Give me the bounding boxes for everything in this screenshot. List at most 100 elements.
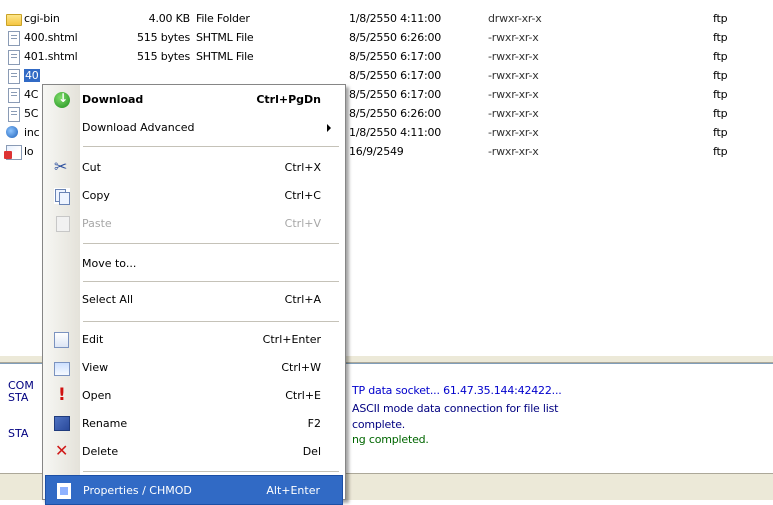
- menu-item-download[interactable]: Download Ctrl+PgDn: [45, 85, 343, 115]
- menu-item-view[interactable]: View Ctrl+W: [45, 353, 343, 383]
- file-name: 5C: [24, 107, 39, 120]
- file-date: 1/8/2550 4:11:00: [349, 12, 442, 25]
- file-permissions: -rwxr-xr-x: [488, 69, 539, 82]
- menu-item-label: Cut: [82, 161, 101, 174]
- file-owner: ftp: [713, 69, 728, 82]
- file-name: cgi-bin: [24, 12, 60, 25]
- file-icon: [8, 107, 20, 122]
- submenu-arrow-icon: [327, 124, 331, 132]
- menu-item-label: Select All: [82, 293, 134, 306]
- file-row[interactable]: 400.shtml 515 bytes SHTML File 8/5/2550 …: [0, 29, 773, 47]
- menu-item-label: Open: [82, 389, 112, 402]
- menu-item-select-all[interactable]: Select All Ctrl+A: [45, 285, 343, 315]
- menu-item-shortcut: F2: [307, 417, 321, 430]
- file-date: 1/8/2550 4:11:00: [349, 126, 442, 139]
- menu-item-label: Download: [82, 93, 144, 106]
- menu-item-shortcut: Alt+Enter: [266, 484, 320, 497]
- menu-item-edit[interactable]: Edit Ctrl+Enter: [45, 325, 343, 355]
- file-size: 4.00 KB: [148, 12, 191, 25]
- file-owner: ftp: [713, 31, 728, 44]
- html-file-icon: [6, 126, 18, 138]
- menu-item-label: Rename: [82, 417, 128, 430]
- file-date: 16/9/2549: [349, 145, 404, 158]
- file-permissions: drwxr-xr-x: [488, 12, 542, 25]
- menu-item-shortcut: Ctrl+X: [284, 161, 321, 174]
- file-name: 4C: [24, 88, 39, 101]
- menu-item-shortcut: Ctrl+C: [284, 189, 321, 202]
- menu-item-label: View: [82, 361, 109, 374]
- menu-item-shortcut: Ctrl+Enter: [262, 333, 321, 346]
- file-owner: ftp: [713, 145, 728, 158]
- file-icon: [8, 69, 20, 84]
- menu-item-properties-chmod[interactable]: Properties / CHMOD Alt+Enter: [45, 475, 343, 505]
- menu-item-label: Properties / CHMOD: [83, 484, 192, 497]
- file-name: lo: [24, 145, 34, 158]
- log-line: ASCII mode data connection for file list: [352, 402, 559, 415]
- file-name: 400.shtml: [24, 31, 78, 44]
- file-owner: ftp: [713, 12, 728, 25]
- file-date: 8/5/2550 6:17:00: [349, 88, 442, 101]
- log-file-icon: [4, 145, 22, 160]
- folder-icon: [6, 14, 22, 26]
- log-prefix: STA: [8, 427, 29, 440]
- log-line: ng completed.: [352, 433, 429, 446]
- menu-item-label: Edit: [82, 333, 104, 346]
- file-name: inc: [24, 126, 40, 139]
- file-type: File Folder: [196, 12, 250, 25]
- file-name: 40: [24, 69, 40, 82]
- menu-item-shortcut: Ctrl+A: [284, 293, 321, 306]
- menu-item-label: Download Advanced: [82, 121, 195, 134]
- file-icon: [8, 31, 20, 46]
- download-icon: [54, 91, 70, 108]
- file-size: 515 bytes: [137, 31, 190, 44]
- file-owner: ftp: [713, 50, 728, 63]
- menu-separator: [83, 471, 339, 472]
- file-owner: ftp: [713, 107, 728, 120]
- file-permissions: -rwxr-xr-x: [488, 145, 539, 158]
- menu-item-rename[interactable]: Rename F2: [45, 409, 343, 439]
- file-date: 8/5/2550 6:17:00: [349, 50, 442, 63]
- file-permissions: -rwxr-xr-x: [488, 126, 539, 139]
- menu-item-copy[interactable]: Copy Ctrl+C: [45, 181, 343, 211]
- menu-item-label: Delete: [82, 445, 119, 458]
- view-icon: [54, 362, 70, 376]
- file-permissions: -rwxr-xr-x: [488, 107, 539, 120]
- log-prefix: STA: [8, 391, 29, 404]
- exclamation-icon: [54, 385, 70, 405]
- file-permissions: -rwxr-xr-x: [488, 50, 539, 63]
- file-owner: ftp: [713, 88, 728, 101]
- rename-icon: [54, 416, 70, 431]
- file-date: 8/5/2550 6:26:00: [349, 31, 442, 44]
- file-date: 8/5/2550 6:17:00: [349, 69, 442, 82]
- menu-item-shortcut: Ctrl+V: [284, 217, 321, 230]
- menu-item-shortcut: Ctrl+PgDn: [256, 93, 321, 106]
- file-size: 515 bytes: [137, 50, 190, 63]
- scissors-icon: [54, 157, 70, 176]
- menu-item-label: Move to...: [82, 257, 137, 270]
- menu-item-shortcut: Del: [302, 445, 321, 458]
- file-owner: ftp: [713, 126, 728, 139]
- menu-item-shortcut: Ctrl+W: [281, 361, 321, 374]
- log-line: TP data socket... 61.47.35.144:42422...: [352, 384, 562, 397]
- menu-separator: [83, 243, 339, 244]
- menu-item-move-to[interactable]: Move to...: [45, 249, 343, 279]
- file-date: 8/5/2550 6:26:00: [349, 107, 442, 120]
- menu-item-paste: Paste Ctrl+V: [45, 209, 343, 239]
- menu-item-open[interactable]: Open Ctrl+E: [45, 381, 343, 411]
- file-row[interactable]: 401.shtml 515 bytes SHTML File 8/5/2550 …: [0, 48, 773, 66]
- log-line: complete.: [352, 418, 406, 431]
- menu-item-download-advanced[interactable]: Download Advanced: [45, 113, 343, 143]
- delete-icon: [54, 441, 70, 460]
- properties-icon: [57, 483, 71, 499]
- menu-item-shortcut: Ctrl+E: [285, 389, 321, 402]
- file-permissions: -rwxr-xr-x: [488, 88, 539, 101]
- menu-separator: [83, 281, 339, 282]
- file-row-selected[interactable]: 40 8/5/2550 6:17:00 -rwxr-xr-x ftp: [0, 67, 773, 85]
- menu-item-label: Paste: [82, 217, 112, 230]
- edit-icon: [54, 332, 69, 348]
- file-row[interactable]: cgi-bin 4.00 KB File Folder 1/8/2550 4:1…: [0, 10, 773, 28]
- menu-item-delete[interactable]: Delete Del: [45, 437, 343, 467]
- menu-separator: [83, 321, 339, 322]
- menu-item-label: Copy: [82, 189, 110, 202]
- menu-item-cut[interactable]: Cut Ctrl+X: [45, 153, 343, 183]
